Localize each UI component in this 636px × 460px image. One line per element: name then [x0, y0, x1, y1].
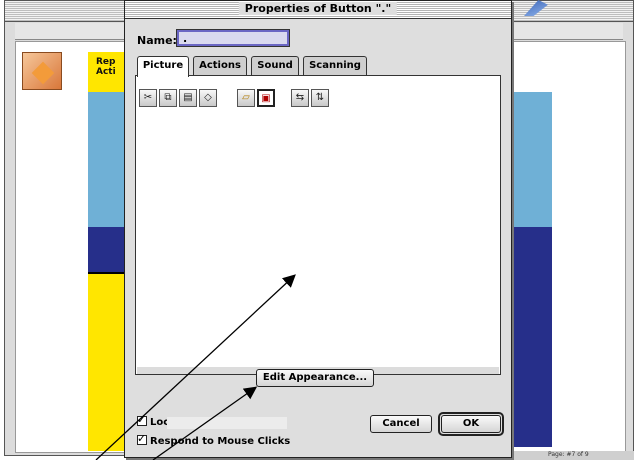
- name-input[interactable]: [176, 29, 290, 47]
- open-folder-icon[interactable]: ▱: [237, 89, 255, 107]
- lock-checkbox-box[interactable]: [137, 413, 147, 427]
- cancel-button[interactable]: Cancel: [370, 415, 432, 433]
- tab-actions[interactable]: Actions: [193, 56, 247, 75]
- copy-icon[interactable]: ⧉: [159, 89, 177, 107]
- light-blue-panel: [88, 92, 128, 227]
- dialog-title: Properties of Button ".": [238, 2, 398, 15]
- respond-to-mouse-clicks-checkbox[interactable]: Respond to Mouse Clicks: [137, 432, 291, 449]
- picture-library-icon[interactable]: ▣: [257, 89, 275, 107]
- tab-scanning[interactable]: Scanning: [303, 56, 367, 75]
- light-blue-panel-right: [510, 92, 552, 227]
- picture-canvas[interactable]: [137, 113, 499, 368]
- eraser-icon[interactable]: ◇: [199, 89, 217, 107]
- navy-panel: [88, 227, 128, 272]
- tab-picture[interactable]: Picture: [137, 56, 189, 77]
- app-logo-icon[interactable]: [22, 52, 62, 90]
- edit-appearance-button[interactable]: Edit Appearance...: [256, 369, 374, 387]
- navy-panel-right: [510, 227, 552, 447]
- respond-checkbox-label: Respond to Mouse Clicks: [150, 436, 291, 447]
- lock-checkbox[interactable]: Lock: [137, 413, 287, 430]
- page-indicator: Page: #7 of 9: [548, 451, 589, 458]
- tab-sound[interactable]: Sound: [251, 56, 299, 75]
- dialog-titlebar[interactable]: Properties of Button ".": [125, 1, 511, 19]
- scissors-icon[interactable]: ✂: [139, 89, 157, 107]
- respond-checkbox-box[interactable]: [137, 432, 147, 446]
- yellow-panel: [88, 272, 128, 451]
- flip-horizontal-icon[interactable]: ⇆: [291, 89, 309, 107]
- name-label: Name:: [137, 34, 177, 47]
- properties-dialog: Properties of Button "." Name: Picture A…: [124, 0, 512, 458]
- activity-tile-label: Rep Acti: [96, 57, 116, 77]
- lock-checkbox-shading: [167, 417, 287, 429]
- ok-button[interactable]: OK: [441, 415, 501, 433]
- flip-vertical-icon[interactable]: ⇅: [311, 89, 329, 107]
- paste-icon[interactable]: ▤: [179, 89, 197, 107]
